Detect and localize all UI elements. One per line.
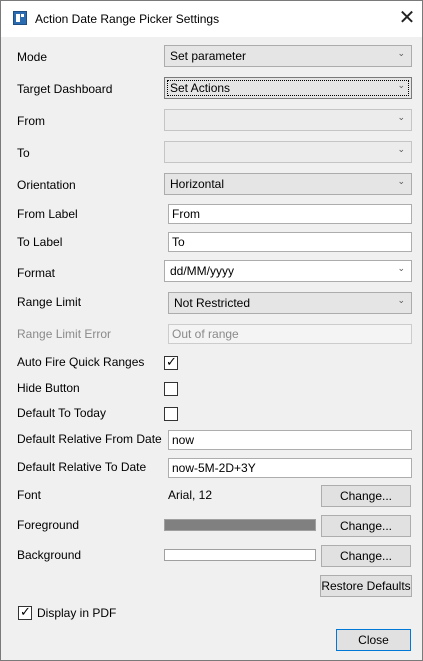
chevron-down-icon: ⌄ bbox=[397, 112, 405, 122]
foreground-color-swatch bbox=[164, 519, 316, 531]
from-dropdown[interactable]: ⌄ bbox=[164, 109, 412, 131]
range-limit-value: Not Restricted bbox=[174, 296, 251, 310]
default-relative-to-date-input[interactable]: now-5M-2D+3Y bbox=[168, 458, 412, 478]
close-button[interactable]: Close bbox=[336, 629, 411, 651]
font-label: Font bbox=[17, 488, 42, 502]
default-to-today-label: Default To Today bbox=[17, 406, 106, 420]
mode-value: Set parameter bbox=[170, 49, 247, 63]
format-combobox[interactable]: dd/MM/yyyy ⌄ bbox=[164, 260, 412, 282]
from-label: From bbox=[17, 114, 45, 128]
check-icon: ✓ bbox=[20, 604, 31, 619]
auto-fire-quick-ranges-checkbox[interactable]: ✓ bbox=[164, 354, 178, 370]
font-change-button[interactable]: Change... bbox=[321, 485, 411, 507]
chevron-down-icon: ⌄ bbox=[397, 263, 405, 273]
font-value: Arial, 12 bbox=[168, 488, 213, 502]
default-to-today-checkbox[interactable] bbox=[164, 407, 178, 421]
chevron-down-icon: ⌄ bbox=[397, 295, 405, 305]
display-in-pdf-checkbox[interactable]: ✓ bbox=[18, 604, 32, 620]
target-dashboard-value: Set Actions bbox=[170, 81, 231, 95]
from-label-input[interactable]: From bbox=[168, 204, 412, 224]
chevron-down-icon: ⌄ bbox=[397, 144, 405, 154]
default-relative-from-date-label: Default Relative From Date bbox=[17, 432, 162, 446]
target-dashboard-label: Target Dashboard bbox=[17, 82, 113, 96]
foreground-change-button[interactable]: Change... bbox=[321, 515, 411, 537]
chevron-down-icon: ⌄ bbox=[397, 176, 405, 186]
default-relative-to-date-label: Default Relative To Date bbox=[17, 460, 147, 474]
range-limit-error-label: Range Limit Error bbox=[17, 327, 112, 341]
mode-dropdown[interactable]: Set parameter ⌄ bbox=[164, 45, 412, 67]
chevron-down-icon: ⌄ bbox=[397, 80, 405, 90]
window-title: Action Date Range Picker Settings bbox=[35, 12, 220, 26]
target-dashboard-dropdown[interactable]: Set Actions ⌄ bbox=[164, 77, 412, 99]
range-limit-label: Range Limit bbox=[17, 295, 82, 309]
orientation-dropdown[interactable]: Horizontal ⌄ bbox=[164, 173, 412, 195]
app-icon bbox=[13, 11, 27, 25]
range-limit-error-input: Out of range bbox=[168, 324, 412, 344]
format-value: dd/MM/yyyy bbox=[170, 264, 235, 278]
to-dropdown[interactable]: ⌄ bbox=[164, 141, 412, 163]
default-relative-from-date-input[interactable]: now bbox=[168, 430, 412, 450]
background-label: Background bbox=[17, 548, 82, 562]
to-label-input[interactable]: To bbox=[168, 232, 412, 252]
settings-dialog: Action Date Range Picker Settings ✕ Mode… bbox=[0, 0, 423, 661]
title-bar: Action Date Range Picker Settings ✕ bbox=[1, 1, 422, 37]
mode-label: Mode bbox=[17, 50, 48, 64]
to-label: To bbox=[17, 146, 30, 160]
orientation-label: Orientation bbox=[17, 178, 76, 192]
format-label: Format bbox=[17, 266, 56, 280]
background-color-swatch bbox=[164, 549, 316, 561]
range-limit-dropdown[interactable]: Not Restricted ⌄ bbox=[168, 292, 412, 314]
check-icon: ✓ bbox=[166, 354, 177, 369]
restore-defaults-button[interactable]: Restore Defaults bbox=[320, 575, 412, 597]
hide-button-label: Hide Button bbox=[17, 381, 80, 395]
display-in-pdf-label: Display in PDF bbox=[37, 606, 117, 620]
foreground-label: Foreground bbox=[17, 518, 80, 532]
hide-button-checkbox[interactable] bbox=[164, 382, 178, 396]
auto-fire-quick-ranges-label: Auto Fire Quick Ranges bbox=[17, 355, 145, 369]
from-label-label: From Label bbox=[17, 207, 78, 221]
orientation-value: Horizontal bbox=[170, 177, 225, 191]
close-icon[interactable]: ✕ bbox=[393, 5, 421, 33]
to-label-label: To Label bbox=[17, 235, 63, 249]
background-change-button[interactable]: Change... bbox=[321, 545, 411, 567]
chevron-down-icon: ⌄ bbox=[397, 48, 405, 58]
